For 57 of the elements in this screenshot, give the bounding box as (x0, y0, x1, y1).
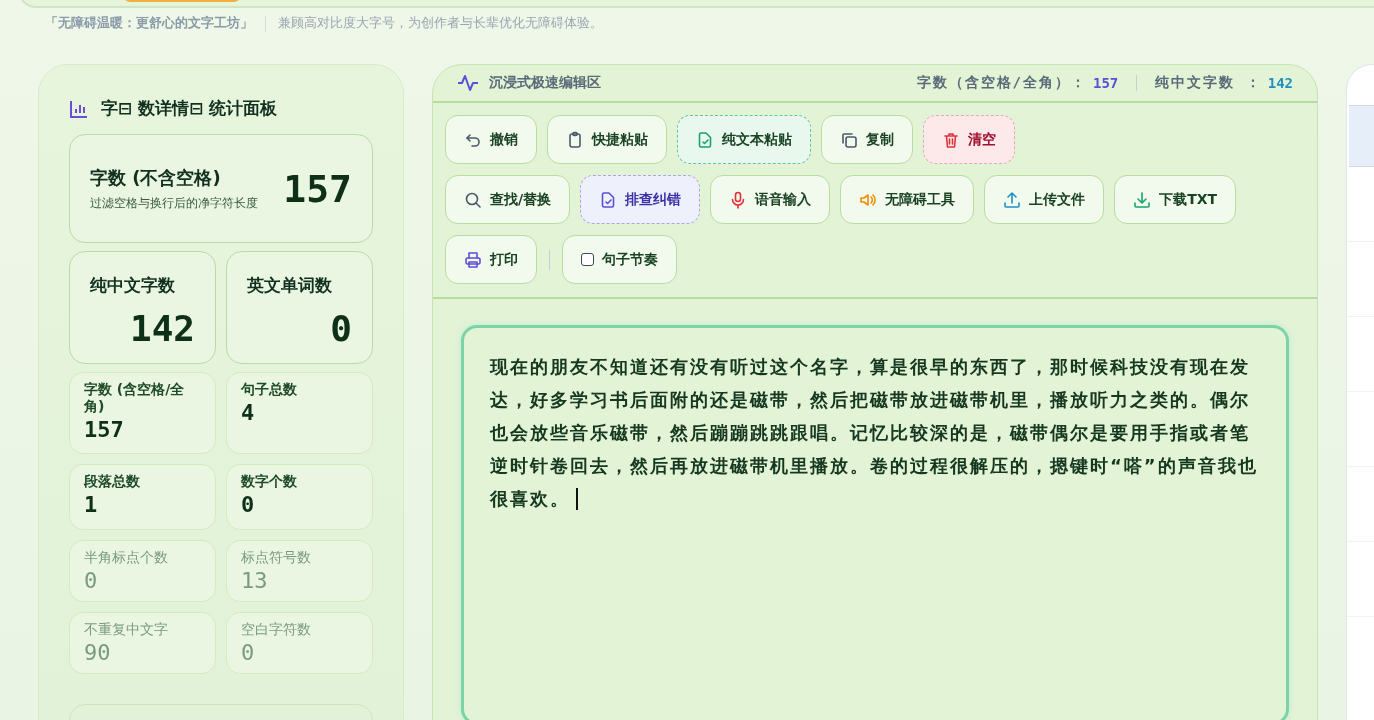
editor-text: 现在的朋友不知道还有没有听过这个名字，算是很早的东西了，那时候科技没有现在发达，好多学习书后面附的还是磁带，然后把磁带放进磁带机里，播放听力之类的。偶尔也会放些音乐磁带，然后蹦蹦跳跳跟唱。记忆比较深的是，磁带偶尔是要用手指或者笔逆时针卷回去，然后再放进磁带机里播放。卷的过程很解压的，摁键时“嗒”的声音我也很喜欢。 (490, 350, 1260, 515)
editor-title: 沉浸式极速编辑区 (489, 74, 601, 92)
stat-value: 0 (330, 308, 352, 349)
stat-value: 0 (241, 639, 256, 665)
stat-value: 13 (241, 567, 269, 593)
file-check-icon (696, 130, 714, 149)
toolbar-button[interactable]: 下载TXT (1114, 175, 1237, 224)
download-icon (1133, 190, 1152, 209)
toolbar-button[interactable]: 纯文本粘贴 (677, 115, 811, 164)
pulse-icon (457, 73, 479, 93)
stat-value: 0 (241, 491, 256, 517)
search-icon (464, 190, 482, 209)
checkbox-button[interactable]: 句子节奏 (562, 235, 677, 284)
stat-label: 数字个数 (241, 473, 298, 490)
toolbar-button[interactable]: 语音输入 (710, 175, 831, 224)
panel-title: 字⊟ 数详情⊟ 统计面板 (101, 97, 278, 120)
count-label: 纯中文字数 ： (1155, 74, 1262, 92)
toolbar-button[interactable]: 撤销 (445, 115, 537, 164)
stat-value: 0 (84, 567, 99, 593)
stat-label: 段落总数 (84, 473, 141, 490)
stat-value: 142 (129, 308, 195, 349)
toolbar-button[interactable]: 无障碍工具 (840, 175, 975, 224)
stat-label: 标点符号数 (241, 549, 312, 566)
stat-label: 半角标点个数 (84, 549, 169, 566)
stat-label: 纯中文字数 (90, 274, 176, 297)
toolbar-button[interactable]: 快捷粘贴 (547, 115, 667, 164)
stat-value: 4 (241, 399, 256, 425)
toolbar-button[interactable]: 清空 (923, 115, 1015, 164)
stat-value: 1 (84, 491, 99, 517)
stat-label: 空白字符数 (241, 621, 312, 638)
stat-label: 字数 (含空格/全角) (84, 381, 186, 415)
text-editor[interactable]: 现在的朋友不知道还有没有听过这个名字，算是很早的东西了，那时候科技没有现在发达，好多学习书后面附的还是磁带，然后把磁带放进磁带机里，播放听力之类的。偶尔也会放些音乐磁带，然后蹦蹦跳跳跟唱。记忆比较深的是，磁带偶尔是要用手指或者笔逆时针卷回去，然后再放进磁带机里播放。卷的过程很解压的，摁键时“嗒”的声音我也很喜欢。 (461, 325, 1289, 720)
toolbar-button[interactable]: 打印 (445, 235, 537, 284)
stat-label: 句子总数 (241, 381, 298, 398)
trash-icon (942, 130, 960, 149)
toolbar-button[interactable]: 排查纠错 (580, 175, 701, 224)
printer-icon (464, 250, 482, 269)
tagline: 「无障碍温暖：更舒心的文字工坊」 (45, 15, 253, 32)
toolbar-button[interactable]: 上传文件 (984, 175, 1105, 224)
stat-value: 157 (84, 416, 125, 442)
bar-chart-icon (69, 98, 89, 119)
count-value: 157 (1092, 75, 1119, 91)
stat-value: 157 (283, 166, 352, 211)
stat-description: 过滤空格与换行后的净字符长度 (90, 195, 259, 212)
count-label: 字数（含空格/全角）： (916, 74, 1087, 92)
clipboard-icon (566, 130, 584, 149)
subtitle: 兼顾高对比度大字号，为创作者与长辈优化无障碍体验。 (278, 15, 603, 32)
stat-label: 英文单词数 (247, 274, 333, 297)
checkbox[interactable] (581, 253, 594, 266)
upload-icon (1003, 190, 1022, 209)
count-value: 142 (1267, 75, 1293, 91)
stat-value: 90 (84, 639, 112, 665)
toolbar-button[interactable]: 复制 (821, 115, 913, 164)
stat-label: 字数 (不含空格) (90, 165, 222, 190)
stat-label: 不重复中文字 (84, 621, 169, 638)
toolbar-button[interactable]: 查找/替换 (445, 175, 571, 224)
copy-icon (840, 130, 858, 149)
